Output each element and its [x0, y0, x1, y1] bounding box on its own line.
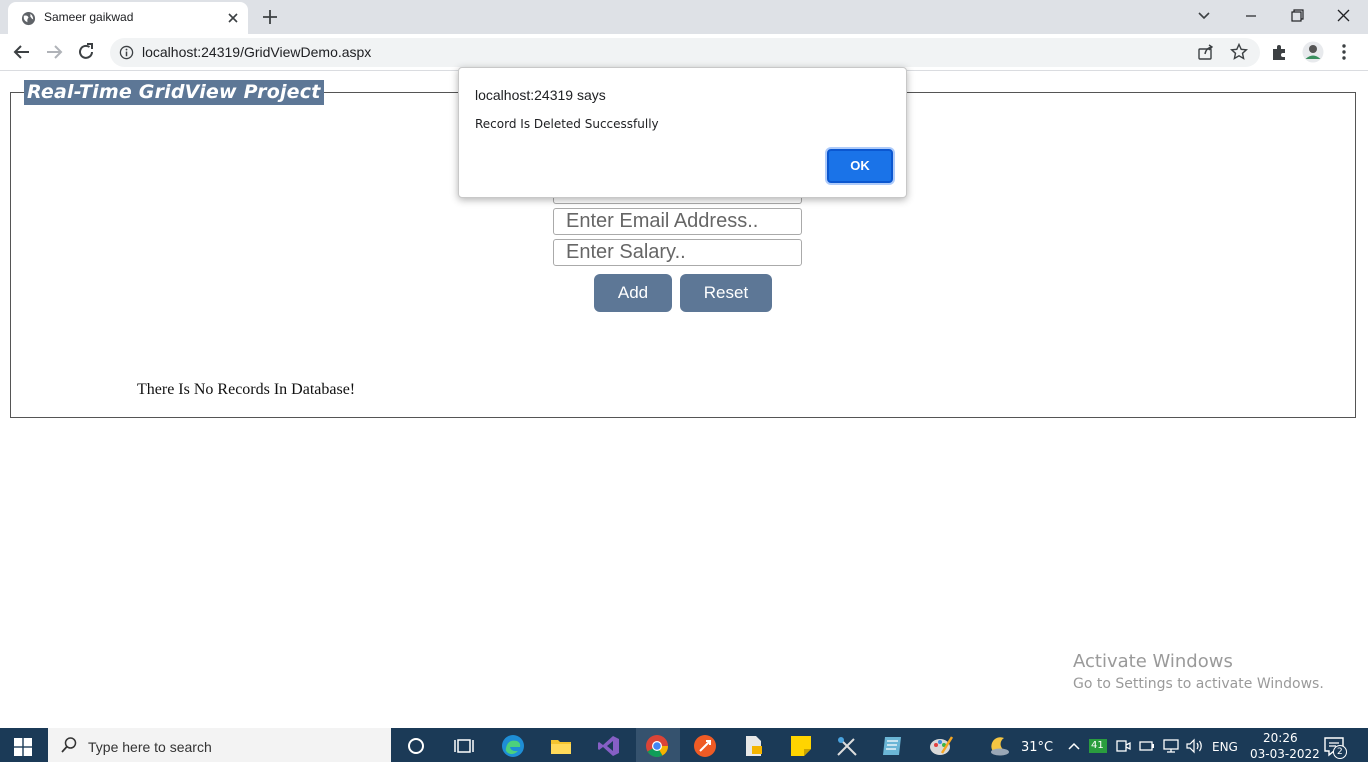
language-indicator[interactable]: ENG: [1212, 740, 1238, 754]
reset-button[interactable]: Reset: [680, 274, 772, 312]
browser-toolbar: localhost:24319/GridViewDemo.aspx: [0, 34, 1368, 71]
email-field[interactable]: Enter Email Address..: [553, 208, 802, 235]
app-badge[interactable]: 41: [1089, 739, 1107, 753]
app-badge-count: 41: [1091, 740, 1104, 751]
url-text: localhost:24319/GridViewDemo.aspx: [142, 44, 372, 60]
notes-app-icon[interactable]: [880, 733, 906, 759]
weather-moon-icon[interactable]: [988, 734, 1012, 758]
meet-now-icon[interactable]: [1114, 737, 1132, 755]
battery-icon[interactable]: [1138, 737, 1156, 755]
search-icon: [61, 737, 77, 753]
salary-placeholder: Enter Salary..: [566, 241, 686, 263]
minimize-icon[interactable]: [1228, 4, 1274, 28]
back-arrow-icon[interactable]: [10, 40, 34, 64]
info-icon[interactable]: [119, 45, 134, 60]
new-tab-icon[interactable]: [260, 7, 280, 27]
windows-start-icon[interactable]: [14, 738, 32, 756]
visual-studio-icon[interactable]: [596, 733, 622, 759]
bookmark-star-icon[interactable]: [1230, 43, 1248, 61]
file-explorer-icon[interactable]: [548, 733, 574, 759]
dialog-origin: localhost:24319 says: [475, 87, 606, 103]
add-button[interactable]: Add: [594, 274, 672, 312]
edge-browser-icon[interactable]: [500, 733, 526, 759]
kebab-menu-icon[interactable]: [1334, 42, 1354, 62]
taskbar-search[interactable]: Type here to search: [48, 728, 391, 762]
clock-time[interactable]: 20:26: [1263, 731, 1298, 745]
salary-field[interactable]: Enter Salary..: [553, 239, 802, 266]
profile-avatar-icon[interactable]: [1302, 41, 1324, 63]
globe-icon: [21, 11, 36, 26]
cortana-icon[interactable]: [403, 733, 429, 759]
weather-temperature: 31°C: [1021, 740, 1054, 755]
reload-icon[interactable]: [74, 40, 98, 64]
postman-icon[interactable]: [692, 733, 718, 759]
alert-dialog: localhost:24319 says Record Is Deleted S…: [458, 67, 907, 198]
activate-windows-title: Activate Windows: [1073, 651, 1233, 672]
search-placeholder: Type here to search: [88, 739, 212, 755]
taskbar: Type here to search 31°C 41 ENG 20:26 03…: [0, 728, 1368, 762]
notification-count: 2: [1337, 747, 1343, 757]
close-window-icon[interactable]: [1320, 4, 1366, 28]
close-tab-icon[interactable]: [225, 10, 241, 26]
network-icon[interactable]: [1162, 737, 1180, 755]
email-placeholder: Enter Email Address..: [566, 210, 759, 232]
address-bar[interactable]: localhost:24319/GridViewDemo.aspx: [110, 38, 1260, 67]
sticky-notes-icon[interactable]: [788, 733, 814, 759]
ok-button[interactable]: OK: [827, 149, 893, 183]
snipping-tool-icon[interactable]: [834, 733, 860, 759]
extensions-puzzle-icon[interactable]: [1270, 42, 1290, 62]
chevron-up-icon[interactable]: [1066, 738, 1082, 754]
share-icon[interactable]: [1197, 43, 1215, 61]
browser-tab[interactable]: Sameer gaikwad: [8, 2, 248, 34]
empty-grid-message: There Is No Records In Database!: [137, 381, 356, 398]
volume-icon[interactable]: [1185, 737, 1205, 755]
paint-icon[interactable]: [928, 733, 954, 759]
page-title: Real-Time GridView Project: [24, 80, 324, 105]
forward-arrow-icon[interactable]: [42, 40, 66, 64]
task-view-icon[interactable]: [451, 733, 477, 759]
activate-windows-subtitle: Go to Settings to activate Windows.: [1073, 676, 1324, 692]
dialog-message: Record Is Deleted Successfully: [475, 117, 659, 131]
clock-date[interactable]: 03-03-2022: [1250, 747, 1320, 761]
document-app-icon[interactable]: [740, 733, 766, 759]
notification-badge: 2: [1333, 745, 1347, 759]
tab-title: Sameer gaikwad: [44, 10, 134, 24]
tab-strip: Sameer gaikwad: [0, 0, 1368, 34]
chrome-icon[interactable]: [644, 733, 670, 759]
chevron-down-icon[interactable]: [1192, 6, 1216, 26]
restore-icon[interactable]: [1274, 4, 1320, 28]
